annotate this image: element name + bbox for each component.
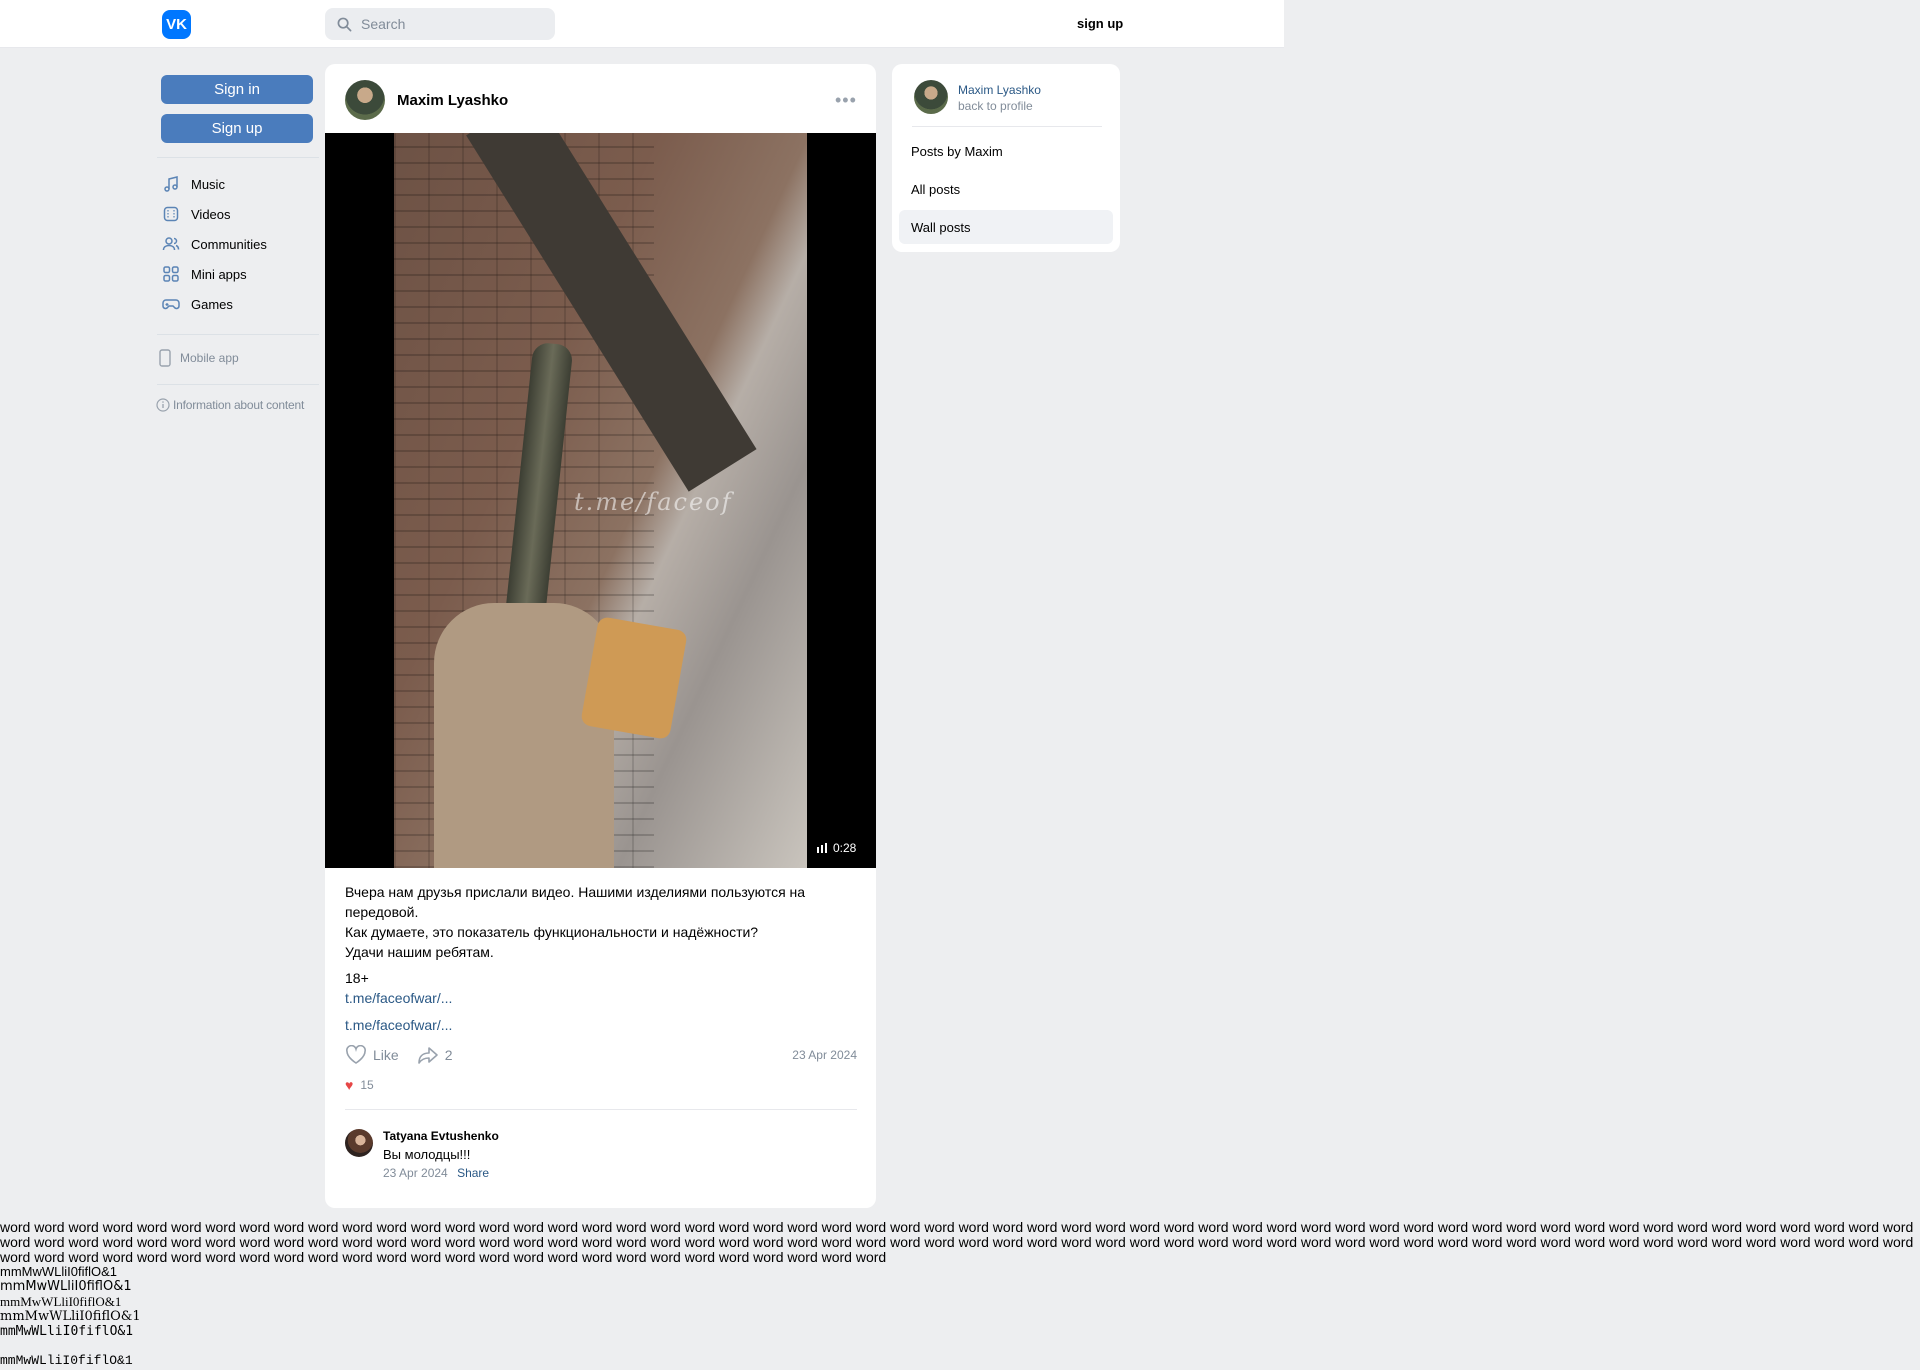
glyph-line: mmMwWLliI0fiflO&1 (0, 1264, 118, 1279)
sidebar-item-label: Wall posts (911, 219, 971, 235)
nav-item-mini-apps[interactable]: Mini apps (162, 262, 247, 286)
nav-item-label: Communities (191, 236, 267, 252)
comment-author[interactable]: Tatyana Evtushenko (383, 1129, 499, 1143)
reactions-count: 15 (360, 1078, 374, 1092)
glyph-line: mmMwWLliI0fiflO&1 (0, 1353, 133, 1368)
sidebar-item-all-posts[interactable]: All posts (899, 172, 1113, 206)
glyph-line: mmMwWLliI0fiflO&1 (0, 1324, 134, 1339)
post-text: Вчера нам друзья прислали видео. Нашими … (345, 882, 865, 962)
share-button[interactable]: 2 (417, 1045, 453, 1065)
commenter-avatar[interactable] (345, 1129, 373, 1157)
post-text-line: Как думаете, это показатель функциональн… (345, 924, 759, 940)
nav-item-videos[interactable]: Videos (162, 202, 231, 226)
figure-image (434, 603, 614, 868)
like-button[interactable]: Like (345, 1045, 399, 1065)
glyph-line: mmMwWLliI0fiflO&1 (0, 1279, 132, 1294)
comment-share-link[interactable]: Share (457, 1166, 489, 1180)
post-text-line: Удачи нашим ребятам. (345, 944, 494, 960)
post-link[interactable]: t.me/faceofwar/... (345, 1017, 452, 1033)
nav-item-games[interactable]: Games (162, 292, 233, 316)
post-link[interactable]: t.me/faceofwar/... (345, 990, 452, 1006)
sign-in-button[interactable]: Sign in (161, 75, 313, 104)
nav-item-label: Music (191, 176, 225, 192)
left-divider (157, 157, 319, 158)
sidebar-item-posts-by-maxim[interactable]: Posts by Maxim (899, 134, 1113, 168)
box-image (580, 616, 688, 740)
post-actions: Like 2 (345, 1045, 470, 1065)
nav-item-label: Mini apps (191, 266, 247, 282)
left-divider (157, 334, 319, 335)
sign-up-link[interactable]: sign up (1077, 16, 1123, 31)
sign-up-button[interactable]: Sign up (161, 114, 313, 143)
vk-logo-icon[interactable]: VK (162, 10, 191, 39)
nav-item-label: Games (191, 296, 233, 312)
sidebar-item-label: All posts (911, 181, 961, 197)
search-input[interactable] (361, 16, 541, 32)
video-duration: 0:28 (817, 841, 856, 855)
test-words-text: word word word word word word word word … (0, 1219, 1914, 1265)
phone-icon (159, 349, 171, 367)
heart-outline-icon (346, 1045, 366, 1064)
author-avatar[interactable] (345, 80, 385, 120)
volume-bars-icon (817, 843, 827, 853)
info-icon (156, 398, 170, 412)
sidebar-avatar[interactable] (914, 80, 948, 114)
videos-icon (163, 206, 179, 222)
post-card: Maxim Lyashko ••• t.me/faceof 0:28 Вчера… (325, 64, 876, 1208)
sidebar-item-label: Posts by Maxim (911, 143, 1003, 159)
games-icon (162, 299, 180, 310)
post-divider (345, 1109, 857, 1110)
nav-item-music[interactable]: Music (162, 172, 225, 196)
info-label: Information about content (173, 398, 305, 412)
mobile-app-label: Mobile app (180, 351, 239, 365)
reactions-summary[interactable]: ♥ 15 (345, 1077, 374, 1093)
profile-sidebar: Maxim Lyashko back to profile Posts by M… (892, 64, 1120, 252)
age-rating: 18+ (345, 970, 369, 986)
glyph-line: mmMwWLliI0fiflO&1 (0, 1309, 141, 1324)
top-bar: VK sign up (0, 0, 1284, 48)
sidebar-divider (912, 126, 1102, 127)
more-options-icon[interactable]: ••• (835, 90, 857, 111)
glyph-line: mmMwWLliI0fiflO&1 (0, 1294, 122, 1309)
comment-text: Вы молодцы!!! (383, 1147, 471, 1162)
nav-item-label: Videos (191, 206, 231, 222)
video-thumbnail: t.me/faceof (394, 133, 807, 868)
search-icon (337, 17, 352, 31)
video-watermark: t.me/faceof (574, 488, 733, 516)
heart-reaction-icon: ♥ (345, 1077, 354, 1093)
like-label: Like (373, 1047, 399, 1063)
post-author-name[interactable]: Maxim Lyashko (397, 92, 508, 109)
sidebar-profile-name[interactable]: Maxim Lyashko (958, 83, 1041, 97)
left-divider (157, 384, 319, 385)
test-glyph-lines: mmMwWLliI0fiflO&1 mmMwWLliI0fiflO&1 mmMw… (0, 1264, 141, 1368)
post-text-line: Вчера нам друзья прислали видео. Нашими … (345, 884, 806, 920)
communities-icon (162, 237, 180, 251)
post-date[interactable]: 23 Apr 2024 (785, 1048, 857, 1062)
duration-label: 0:28 (833, 841, 857, 855)
nav-item-communities[interactable]: Communities (162, 232, 267, 256)
back-to-profile-link[interactable]: back to profile (958, 99, 1033, 113)
mini-apps-icon (163, 266, 179, 282)
sidebar-item-wall-posts[interactable]: Wall posts (899, 210, 1113, 244)
music-icon (164, 176, 178, 192)
search-box[interactable] (325, 8, 555, 40)
video-player[interactable]: t.me/faceof 0:28 (325, 133, 876, 868)
comment-date[interactable]: 23 Apr 2024 (383, 1166, 448, 1180)
comment-meta: 23 Apr 2024 Share (383, 1166, 489, 1180)
share-count: 2 (444, 1047, 453, 1063)
share-arrow-icon (417, 1047, 438, 1064)
information-about-content-link[interactable]: Information about content (156, 398, 304, 412)
mobile-app-link[interactable]: Mobile app (158, 349, 239, 367)
